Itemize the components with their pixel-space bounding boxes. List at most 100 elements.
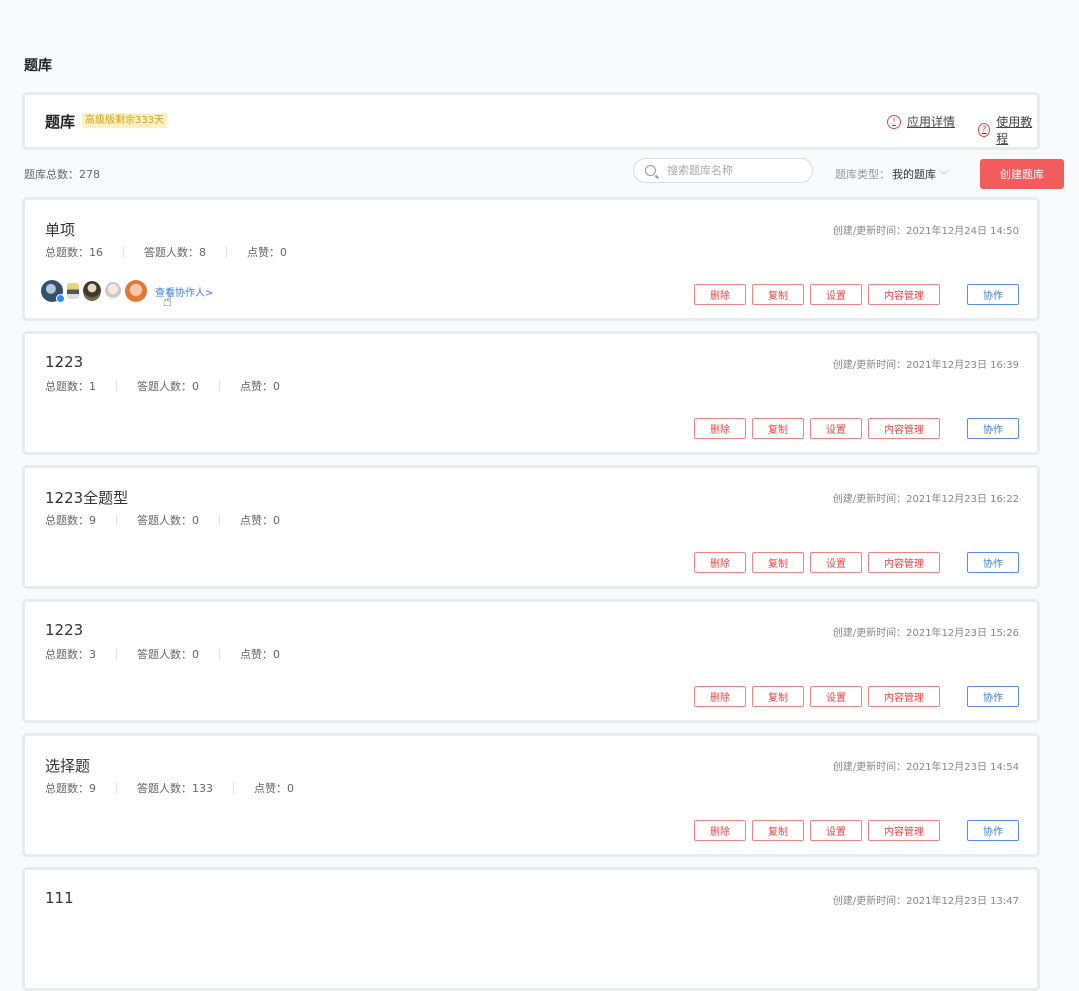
settings-button[interactable]: 设置 bbox=[810, 820, 862, 841]
bank-card: 111 创建/更新时间：2021年12月23日 13:47 bbox=[22, 867, 1040, 991]
bank-card: 选择题 创建/更新时间：2021年12月23日 14:54 总题数： 9 答题人数… bbox=[22, 733, 1040, 857]
settings-button[interactable]: 设置 bbox=[810, 418, 862, 439]
bank-name: 1223 bbox=[45, 353, 84, 371]
page-title: 题库 bbox=[24, 58, 52, 74]
answerers-label: 答题人数： bbox=[137, 648, 192, 661]
likes-label: 点赞： bbox=[247, 246, 280, 259]
type-filter[interactable]: 题库类型： 我的题库 ﹀ bbox=[835, 166, 949, 182]
help-icon: ? bbox=[978, 123, 991, 137]
time-label: 创建/更新时间： bbox=[832, 628, 907, 639]
divider bbox=[116, 782, 117, 794]
likes-value: 0 bbox=[273, 647, 280, 661]
bank-name: 单项 bbox=[45, 221, 76, 239]
time-label: 创建/更新时间： bbox=[832, 360, 907, 371]
likes-value: 0 bbox=[280, 245, 287, 259]
bank-stats: 总题数： 9 答题人数： 133 点赞： 0 bbox=[45, 780, 294, 796]
bank-card: 单项 创建/更新时间：2021年12月24日 14:50 总题数： 16 答题人数… bbox=[22, 197, 1040, 321]
search-icon bbox=[645, 165, 656, 176]
content-manage-button[interactable]: 内容管理 bbox=[868, 418, 940, 439]
divider bbox=[116, 648, 117, 660]
bank-name: 1223 bbox=[45, 621, 84, 639]
premium-badge: 高级版剩余333天 bbox=[82, 113, 168, 128]
collaborate-button[interactable]: 协作 bbox=[967, 552, 1019, 573]
bank-stats: 总题数： 9 答题人数： 0 点赞： 0 bbox=[45, 512, 280, 528]
delete-button[interactable]: 删除 bbox=[694, 552, 746, 573]
delete-button[interactable]: 删除 bbox=[694, 820, 746, 841]
avatar bbox=[67, 283, 79, 299]
total-value: 9 bbox=[89, 781, 96, 795]
total-value: 16 bbox=[89, 245, 103, 259]
time-value: 2021年12月23日 13:47 bbox=[906, 896, 1019, 907]
search-input[interactable] bbox=[665, 163, 799, 178]
tutorial-label: 使用教程 bbox=[996, 115, 1033, 146]
delete-button[interactable]: 删除 bbox=[694, 284, 746, 305]
bank-actions: 删除 复制 设置 内容管理 协作 bbox=[688, 820, 1019, 841]
likes-value: 0 bbox=[273, 513, 280, 527]
delete-button[interactable]: 删除 bbox=[694, 686, 746, 707]
chevron-down-icon: ﹀ bbox=[939, 170, 949, 182]
collaborate-button[interactable]: 协作 bbox=[967, 820, 1019, 841]
bank-name: 111 bbox=[45, 889, 74, 907]
view-collaborators-link[interactable]: 查看协作人> ☝ bbox=[155, 284, 213, 310]
collaborate-button[interactable]: 协作 bbox=[967, 284, 1019, 305]
copy-button[interactable]: 复制 bbox=[752, 686, 804, 707]
settings-button[interactable]: 设置 bbox=[810, 686, 862, 707]
bank-time: 创建/更新时间：2021年12月23日 14:54 bbox=[833, 758, 1019, 773]
answerers-value: 133 bbox=[192, 781, 213, 795]
bank-count: 题库总数：278 bbox=[24, 168, 100, 181]
app-detail-link[interactable]: ! 应用详情 bbox=[887, 113, 955, 130]
likes-label: 点赞： bbox=[254, 782, 287, 795]
likes-label: 点赞： bbox=[240, 648, 273, 661]
bank-stats: 总题数： 16 答题人数： 8 点赞： 0 bbox=[45, 244, 287, 260]
copy-button[interactable]: 复制 bbox=[752, 820, 804, 841]
bank-stats: 总题数： 3 答题人数： 0 点赞： 0 bbox=[45, 646, 280, 662]
bank-actions: 删除 复制 设置 内容管理 协作 bbox=[688, 284, 1019, 305]
content-manage-button[interactable]: 内容管理 bbox=[868, 552, 940, 573]
bank-card: 1223全题型 创建/更新时间：2021年12月23日 16:22 总题数： 9 … bbox=[22, 465, 1040, 589]
total-label: 总题数： bbox=[45, 648, 89, 661]
type-filter-label: 题库类型： bbox=[835, 168, 890, 181]
divider bbox=[123, 246, 124, 258]
info-icon: ! bbox=[887, 114, 901, 129]
content-manage-button[interactable]: 内容管理 bbox=[868, 820, 940, 841]
answerers-label: 答题人数： bbox=[137, 514, 192, 527]
tutorial-link[interactable]: ? 使用教程 bbox=[978, 113, 1037, 147]
header-card: 题库 高级版剩余333天 ! 应用详情 ? 使用教程 bbox=[22, 92, 1040, 150]
answerers-value: 0 bbox=[192, 647, 199, 661]
bank-card: 1223 创建/更新时间：2021年12月23日 15:26 总题数： 3 答题人… bbox=[22, 599, 1040, 723]
settings-button[interactable]: 设置 bbox=[810, 284, 862, 305]
hand-cursor-icon: ☝ bbox=[163, 291, 173, 310]
total-value: 1 bbox=[89, 379, 96, 393]
bank-time: 创建/更新时间：2021年12月23日 16:39 bbox=[833, 356, 1019, 371]
answerers-value: 0 bbox=[192, 513, 199, 527]
divider bbox=[219, 514, 220, 526]
copy-button[interactable]: 复制 bbox=[752, 552, 804, 573]
copy-button[interactable]: 复制 bbox=[752, 284, 804, 305]
time-label: 创建/更新时间： bbox=[832, 762, 907, 773]
copy-button[interactable]: 复制 bbox=[752, 418, 804, 439]
avatar bbox=[125, 280, 147, 302]
collaborate-button[interactable]: 协作 bbox=[967, 418, 1019, 439]
divider bbox=[219, 380, 220, 392]
likes-label: 点赞： bbox=[240, 380, 273, 393]
bank-time: 创建/更新时间：2021年12月24日 14:50 bbox=[833, 222, 1019, 237]
search-box bbox=[633, 158, 813, 183]
time-value: 2021年12月24日 14:50 bbox=[906, 226, 1019, 237]
total-label: 总题数： bbox=[45, 246, 89, 259]
settings-button[interactable]: 设置 bbox=[810, 552, 862, 573]
bank-time: 创建/更新时间：2021年12月23日 13:47 bbox=[833, 892, 1019, 907]
bank-actions: 删除 复制 设置 内容管理 协作 bbox=[688, 686, 1019, 707]
avatar bbox=[105, 282, 121, 300]
app-detail-label: 应用详情 bbox=[907, 115, 956, 129]
content-manage-button[interactable]: 内容管理 bbox=[868, 284, 940, 305]
time-label: 创建/更新时间： bbox=[832, 494, 907, 505]
create-bank-button[interactable]: 创建题库 bbox=[980, 159, 1064, 189]
delete-button[interactable]: 删除 bbox=[694, 418, 746, 439]
collaborator-avatars: 查看协作人> ☝ bbox=[41, 280, 213, 310]
answerers-label: 答题人数： bbox=[137, 380, 192, 393]
time-value: 2021年12月23日 16:39 bbox=[906, 360, 1019, 371]
content-manage-button[interactable]: 内容管理 bbox=[868, 686, 940, 707]
collaborate-button[interactable]: 协作 bbox=[967, 686, 1019, 707]
total-label: 总题数： bbox=[45, 514, 89, 527]
answerers-value: 0 bbox=[192, 379, 199, 393]
